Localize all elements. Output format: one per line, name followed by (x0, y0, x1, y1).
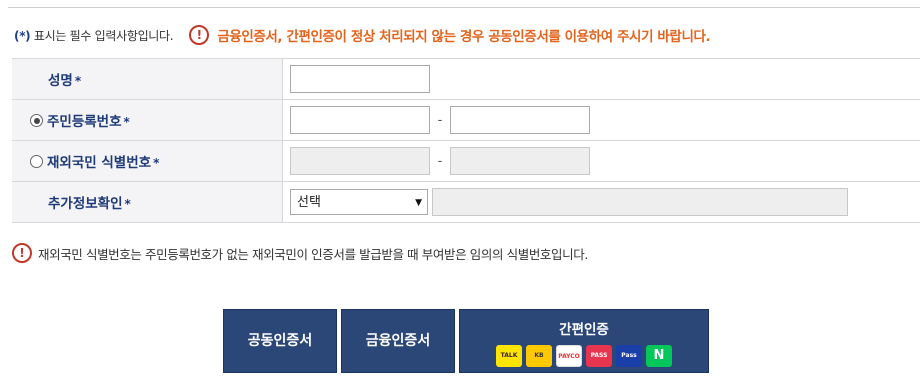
warning-icon: ! (12, 243, 32, 263)
kakao-talk-icon: TALK (496, 345, 522, 367)
rrn-field-cell: - (282, 99, 920, 141)
required-note: (*) 표시는 필수 입력사항입니다. (14, 27, 174, 44)
joint-certificate-button[interactable]: 공동인증서 (223, 309, 337, 373)
simple-auth-label: 간편인증 (559, 322, 609, 338)
foreign-front-input[interactable] (290, 147, 430, 175)
required-star: * (153, 156, 160, 170)
rrn-label-cell: 주민등록번호 * (12, 99, 283, 141)
simple-auth-button[interactable]: 간편인증 TALK KB PAYCO PASS Pass N (459, 309, 709, 373)
pass-icon: PASS (586, 345, 612, 367)
footnote: ! 재외국민 식별번호는 주민등록번호가 없는 재외국민이 인증서를 발급받을 … (12, 243, 588, 263)
extra-info-select[interactable]: 선택 ▼ (290, 189, 428, 215)
name-label: 성명 (48, 73, 73, 89)
financial-certificate-button[interactable]: 금융인증서 (341, 309, 455, 373)
row-foreign-id: 재외국민 식별번호 * - (12, 140, 920, 182)
required-star: * (74, 74, 82, 88)
select-value: 선택 (297, 195, 321, 210)
extra-info-input[interactable] (432, 188, 848, 216)
row-name: 성명 * (12, 58, 920, 100)
required-star: * (124, 197, 131, 211)
row-rrn: 주민등록번호 * - (12, 99, 920, 141)
foreign-id-radio[interactable] (30, 155, 43, 168)
caret-down-icon: ▼ (415, 198, 422, 208)
name-input[interactable] (290, 65, 430, 93)
name-label-cell: 성명 * (12, 58, 283, 100)
foreign-field-cell: - (282, 140, 920, 182)
required-note-text: 표시는 필수 입력사항입니다. (33, 28, 174, 43)
required-star-paren: (*) (14, 28, 31, 43)
identity-form: 성명 * 주민등록번호 * - 재외국민 식별번호 * - 추가정보확인 * 선… (12, 58, 920, 223)
required-star: * (123, 115, 130, 129)
extra-info-label: 추가정보확인 (48, 196, 123, 212)
simple-auth-logos: TALK KB PAYCO PASS Pass N (460, 345, 708, 367)
name-field-cell (282, 58, 920, 100)
foreign-dash: - (437, 153, 443, 169)
top-divider (8, 7, 920, 8)
naver-icon: N (646, 345, 672, 367)
rrn-radio[interactable] (30, 114, 43, 127)
rrn-back-input[interactable] (450, 106, 590, 134)
payco-icon: PAYCO (556, 345, 582, 367)
warning-text: 금융인증서, 간편인증이 정상 처리되지 않는 경우 공동인증서를 이용하여 주… (217, 29, 711, 45)
row-extra-info: 추가정보확인 * 선택 ▼ (12, 181, 920, 223)
kb-icon: KB (526, 345, 552, 367)
foreign-id-label: 재외국민 식별번호 (47, 155, 152, 171)
rrn-front-input[interactable] (290, 106, 430, 134)
foreign-back-input[interactable] (450, 147, 590, 175)
rrn-label: 주민등록번호 (47, 114, 122, 130)
notice-row: (*) 표시는 필수 입력사항입니다. ! 금융인증서, 간편인증이 정상 처리… (14, 24, 711, 46)
extra-field-cell: 선택 ▼ (282, 181, 920, 223)
extra-label-cell: 추가정보확인 * (12, 181, 283, 223)
warning-icon: ! (189, 25, 210, 45)
foreign-label-cell: 재외국민 식별번호 * (12, 140, 283, 182)
samsung-pass-icon: Pass (616, 345, 642, 367)
rrn-dash: - (437, 112, 443, 128)
footnote-text: 재외국민 식별번호는 주민등록번호가 없는 재외국민이 인증서를 발급받을 때 … (38, 246, 588, 262)
warning-notice: ! 금융인증서, 간편인증이 정상 처리되지 않는 경우 공동인증서를 이용하여… (189, 25, 711, 45)
